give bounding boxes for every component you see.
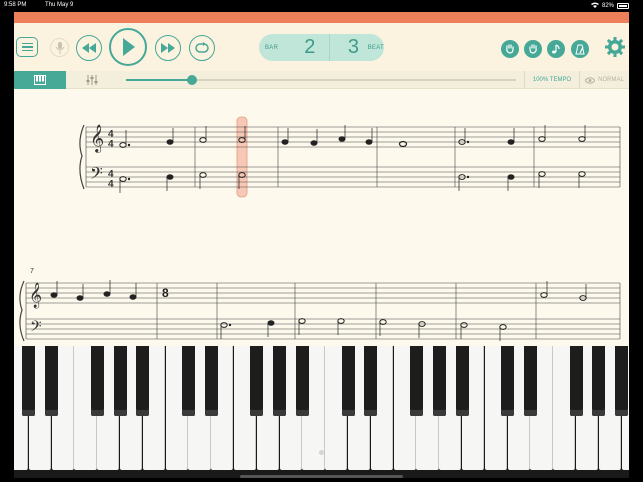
music-note-button[interactable] — [547, 40, 565, 58]
black-key[interactable] — [113, 346, 127, 416]
tempo-slider-fill — [126, 79, 193, 81]
black-key[interactable] — [250, 346, 264, 416]
app-window: BAR 2 3 BEAT 100% TEMPO NORMAL 𝄞 𝄢 4 4 4… — [14, 12, 629, 478]
loop-icon — [195, 42, 209, 53]
right-hand-button[interactable] — [524, 40, 542, 58]
bar-label: BAR — [265, 44, 279, 51]
treble-clef: 𝄞 — [90, 124, 104, 153]
black-key[interactable] — [455, 346, 469, 416]
system-2 — [25, 282, 621, 340]
view-mode-toggle[interactable]: NORMAL — [579, 71, 629, 89]
black-key[interactable] — [90, 346, 104, 416]
brace-1 — [79, 124, 85, 190]
right-hand-icon — [529, 44, 537, 54]
bass-clef: 𝄢 — [90, 163, 103, 187]
hamburger-icon — [21, 42, 33, 45]
mode-label: NORMAL — [598, 77, 624, 83]
status-right: 82% — [590, 2, 629, 10]
loop-button[interactable] — [189, 35, 215, 61]
svg-text:𝄢: 𝄢 — [30, 318, 42, 339]
toolbar: BAR 2 3 BEAT — [14, 23, 629, 71]
tab-mixer[interactable] — [66, 71, 118, 89]
middle-c-marker — [319, 450, 324, 455]
black-key[interactable] — [273, 346, 287, 416]
wifi-icon — [590, 2, 599, 10]
black-key[interactable] — [523, 346, 537, 416]
eye-icon — [585, 76, 596, 84]
tempo-label[interactable]: 100% TEMPO — [524, 71, 579, 89]
measure-number: 7 — [30, 268, 34, 275]
bar-value: 2 — [304, 36, 316, 58]
black-key[interactable] — [501, 346, 515, 416]
battery-percent: 82% — [601, 3, 614, 9]
metronome-button[interactable] — [571, 40, 589, 58]
sliders-icon — [86, 75, 98, 85]
black-key[interactable] — [136, 346, 150, 416]
multi-rest: 8 — [162, 286, 169, 300]
black-key[interactable] — [592, 346, 606, 416]
svg-text:𝄞: 𝄞 — [29, 282, 42, 308]
black-key[interactable] — [204, 346, 218, 416]
fast-forward-button[interactable] — [155, 35, 181, 61]
black-key[interactable] — [409, 346, 423, 416]
piano-keyboard[interactable] — [14, 346, 629, 478]
black-key[interactable] — [432, 346, 446, 416]
time-signature-bottom: 4 — [108, 139, 114, 150]
top-color-strip — [14, 12, 629, 23]
status-bar: 9:58 PM Thu May 9 82% — [0, 0, 643, 12]
beat-value: 3 — [347, 36, 360, 58]
black-key[interactable] — [22, 346, 36, 416]
settings-button[interactable] — [604, 36, 626, 58]
metronome-icon — [575, 44, 585, 54]
black-key[interactable] — [45, 346, 59, 416]
rewind-icon — [82, 43, 96, 53]
piano-keys-icon — [34, 75, 46, 85]
black-key[interactable] — [364, 346, 378, 416]
system-2-notes — [50, 280, 587, 341]
tab-piano[interactable] — [14, 71, 66, 89]
bar-beat-counter: BAR 2 3 BEAT — [259, 34, 384, 61]
black-key[interactable] — [181, 346, 195, 416]
black-key[interactable] — [569, 346, 583, 416]
status-date: Thu May 9 — [45, 2, 74, 8]
battery-icon — [617, 3, 629, 9]
left-hand-icon — [506, 44, 514, 54]
microphone-button[interactable] — [50, 38, 69, 57]
music-note-icon — [552, 44, 560, 54]
svg-text:4: 4 — [108, 179, 114, 190]
tempo-slider[interactable] — [126, 75, 516, 85]
playhead — [236, 116, 248, 198]
menu-button[interactable] — [16, 37, 38, 57]
home-indicator — [240, 475, 403, 478]
play-icon — [123, 38, 135, 56]
microphone-icon — [55, 41, 64, 54]
beat-label: BEAT — [367, 44, 385, 51]
tempo-slider-thumb[interactable] — [187, 75, 198, 85]
black-key[interactable] — [615, 346, 629, 416]
rewind-button[interactable] — [76, 35, 102, 61]
gear-icon — [605, 37, 625, 57]
system-1 — [85, 126, 621, 188]
system-1-notes — [119, 125, 586, 193]
sub-toolbar: 100% TEMPO NORMAL — [14, 71, 629, 89]
brace-2 — [19, 280, 25, 342]
black-key[interactable] — [295, 346, 309, 416]
status-time: 9:58 PM — [4, 2, 27, 8]
left-hand-button[interactable] — [501, 40, 519, 58]
play-button[interactable] — [109, 28, 147, 66]
fast-forward-icon — [161, 43, 175, 53]
black-key[interactable] — [341, 346, 355, 416]
sheet-music[interactable]: 𝄞 𝄢 4 4 4 4 7 𝄞 𝄢 8 — [14, 89, 629, 346]
